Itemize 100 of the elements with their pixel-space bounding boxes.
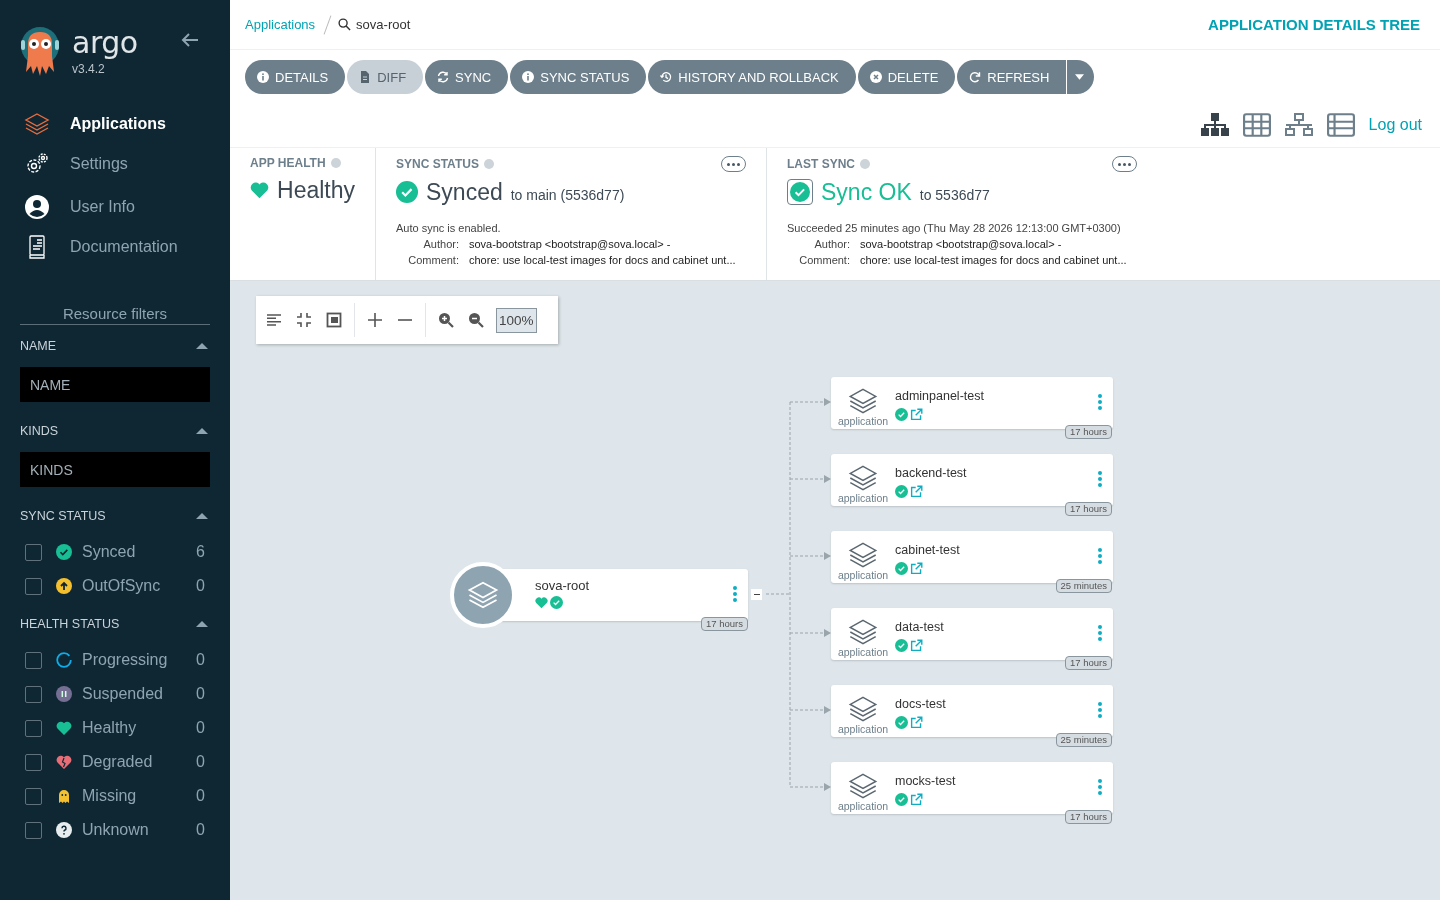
collapse-icon[interactable]	[196, 513, 208, 519]
collapse-icon[interactable]	[196, 428, 208, 434]
dropdown-button[interactable]	[1067, 60, 1095, 94]
node-type: application	[837, 646, 889, 658]
more-button[interactable]	[1112, 156, 1137, 172]
field-value: sova-bootstrap <bootstrap@sova.local> -	[469, 238, 671, 250]
status-note: Succeeded 25 minutes ago (Thu May 28 2026 12:13:00 GMT+0300)	[787, 222, 1122, 234]
zoom-out-icon[interactable]	[468, 312, 484, 328]
filter-option-label: Degraded	[82, 753, 154, 771]
checkbox[interactable]	[25, 651, 42, 669]
logo-wordmark: argo	[72, 28, 138, 58]
nav-item[interactable]: Applications	[20, 104, 210, 144]
panel-title: APP HEALTH	[250, 156, 326, 170]
app-node[interactable]: application docs-test	[831, 685, 1113, 737]
kebab-menu-icon[interactable]	[1098, 625, 1102, 641]
zoom-level[interactable]: 100%	[496, 307, 537, 333]
checkbox[interactable]	[25, 787, 42, 805]
zoom-in-icon[interactable]	[438, 312, 454, 328]
external-link-icon[interactable]	[910, 485, 923, 498]
kebab-menu-icon[interactable]	[1098, 702, 1102, 718]
node-type: application	[837, 569, 889, 581]
layers-icon	[847, 771, 879, 801]
heart-icon	[56, 720, 72, 736]
search-icon	[338, 18, 352, 31]
age-badge: 25 minutes	[1055, 579, 1112, 593]
nav-item[interactable]: Documentation	[20, 227, 210, 267]
broken-heart-icon	[56, 754, 72, 770]
kebab-menu-icon[interactable]	[1098, 779, 1102, 795]
collapse-icon[interactable]	[196, 343, 208, 349]
filter-label: HEALTH STATUS	[20, 617, 120, 631]
external-link-icon[interactable]	[910, 716, 923, 729]
filter-label: SYNC STATUS	[20, 509, 106, 523]
external-link-icon[interactable]	[910, 408, 923, 421]
fit-screen-icon[interactable]	[326, 312, 342, 328]
checkbox[interactable]	[25, 719, 42, 737]
checkbox[interactable]	[25, 543, 42, 561]
close-circle-icon	[869, 71, 882, 83]
action-button[interactable]: SYNC	[425, 60, 509, 94]
checkbox[interactable]	[25, 821, 42, 839]
history-icon	[660, 71, 673, 83]
layers-icon	[847, 540, 879, 570]
filters-heading: Resource filters	[20, 305, 210, 325]
checkbox[interactable]	[25, 753, 42, 771]
external-link-icon[interactable]	[910, 639, 923, 652]
check-circle-icon	[895, 639, 908, 652]
node-name: mocks-test	[895, 774, 956, 788]
action-button[interactable]: DETAILS	[245, 60, 346, 94]
logout-link[interactable]: Log out	[1368, 116, 1422, 134]
external-link-icon[interactable]	[910, 793, 923, 806]
tree-view-icon[interactable]	[1200, 113, 1229, 137]
refresh-button[interactable]: REFRESH	[957, 60, 1067, 94]
check-circle-icon	[895, 793, 908, 806]
field-value: chore: use local-test images for docs and cabinet unt...	[469, 254, 736, 266]
kebab-menu-icon[interactable]	[1098, 394, 1102, 410]
action-button[interactable]: SYNC STATUS	[510, 60, 647, 94]
kebab-menu-icon[interactable]	[1098, 548, 1102, 564]
name-filter-field[interactable]: NAME	[20, 367, 210, 402]
filter-count: 0	[196, 787, 205, 805]
app-node[interactable]: application data-test	[831, 608, 1113, 660]
kinds-filter-field[interactable]: KINDS	[20, 452, 210, 487]
refresh-icon	[969, 71, 982, 83]
list-view-icon[interactable]	[1326, 113, 1355, 137]
compress-icon[interactable]	[296, 312, 312, 328]
page-title: APPLICATION DETAILS TREE	[1208, 16, 1420, 33]
age-badge: 25 minutes	[1055, 733, 1112, 747]
field-label: Author:	[422, 238, 459, 250]
field-value: sova-bootstrap <bootstrap@sova.local> -	[860, 238, 1062, 250]
field-value: chore: use local-test images for docs and cabinet unt...	[860, 254, 1127, 266]
node-name: data-test	[895, 620, 944, 634]
checkbox[interactable]	[25, 685, 42, 703]
app-node[interactable]: application backend-test	[831, 454, 1113, 506]
action-button[interactable]: HISTORY AND ROLLBACK	[648, 60, 856, 94]
app-node[interactable]: application adminpanel-test	[831, 377, 1113, 429]
collapse-toggle[interactable]	[751, 589, 762, 600]
panel-title: SYNC STATUS	[396, 157, 479, 171]
breadcrumb-link[interactable]: Applications	[245, 17, 316, 32]
nav-item[interactable]: Settings	[20, 144, 210, 184]
check-circle-icon	[895, 716, 908, 729]
filter-count: 0	[196, 685, 205, 703]
app-node[interactable]: application mocks-test	[831, 762, 1113, 814]
plus-icon[interactable]	[367, 312, 383, 328]
status-note: Auto sync is enabled.	[396, 222, 502, 234]
checkbox[interactable]	[25, 577, 42, 595]
info-icon	[522, 71, 535, 83]
align-left-icon[interactable]	[266, 312, 282, 328]
more-button[interactable]	[721, 156, 746, 172]
revision-label: to 5536d77	[919, 186, 990, 203]
app-node[interactable]: application cabinet-test	[831, 531, 1113, 583]
grid-view-icon[interactable]	[1242, 113, 1271, 137]
node-type: application	[837, 800, 889, 812]
pause-icon	[56, 686, 72, 702]
filter-option-label: Progressing	[82, 651, 169, 669]
network-view-icon[interactable]	[1284, 113, 1313, 137]
kebab-menu-icon[interactable]	[733, 586, 737, 602]
collapse-icon[interactable]	[196, 621, 208, 627]
nav-item[interactable]: User Info	[20, 187, 210, 227]
kebab-menu-icon[interactable]	[1098, 471, 1102, 487]
revision-label: to main (5536d77)	[510, 186, 625, 203]
action-button[interactable]: DELETE	[857, 60, 956, 94]
external-link-icon[interactable]	[910, 562, 923, 575]
